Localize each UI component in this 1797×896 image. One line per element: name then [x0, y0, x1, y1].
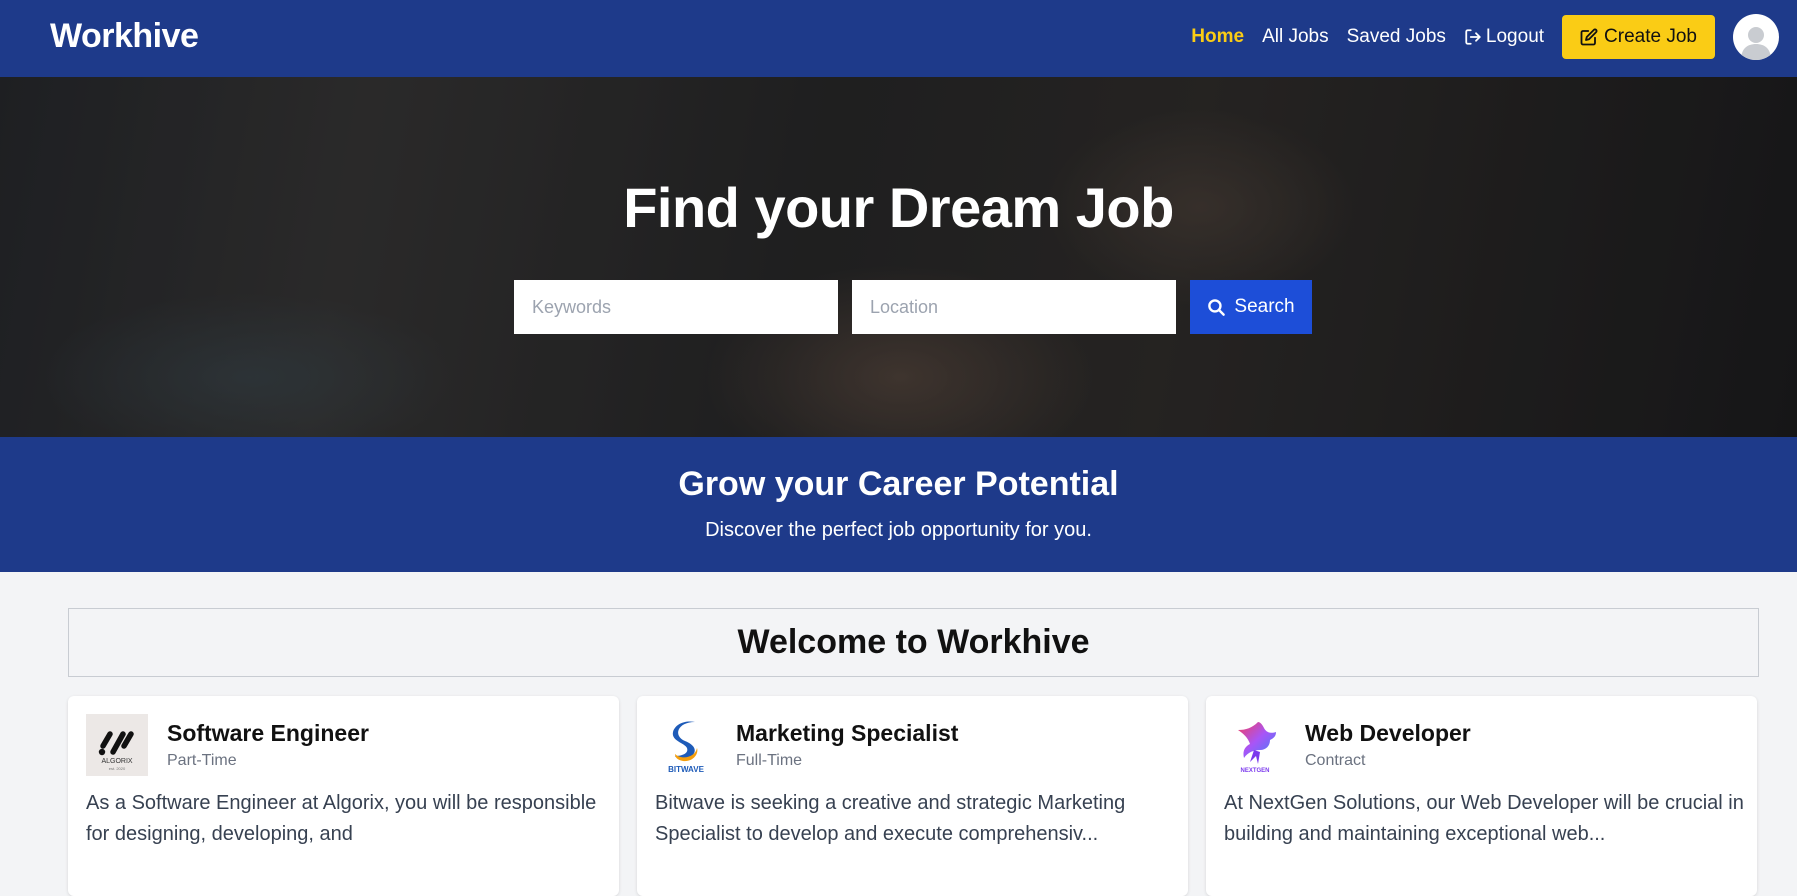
job-card[interactable]: ALGORIX est. 2020 Software Engineer Part… — [68, 696, 619, 896]
nav-saved-jobs-link[interactable]: Saved Jobs — [1347, 26, 1446, 48]
svg-text:est. 2020: est. 2020 — [109, 766, 126, 771]
job-card[interactable]: NEXTGEN Web Developer Contract At NextGe… — [1206, 696, 1757, 896]
job-description: Bitwave is seeking a creative and strate… — [655, 792, 1126, 845]
svg-text:ALGORIX: ALGORIX — [101, 758, 132, 765]
banner-subtitle: Discover the perfect job opportunity for… — [705, 519, 1092, 541]
job-card[interactable]: BITWAVE Marketing Specialist Full-Time B… — [637, 696, 1188, 896]
job-listings: ALGORIX est. 2020 Software Engineer Part… — [68, 696, 1757, 896]
search-button-label: Search — [1234, 296, 1295, 317]
logout-label: Logout — [1485, 26, 1545, 47]
svg-text:NEXTGEN: NEXTGEN — [1240, 768, 1269, 774]
user-avatar[interactable] — [1733, 14, 1779, 60]
job-description: At NextGen Solutions, our Web Developer … — [1224, 792, 1744, 845]
company-logo-nextgen: NEXTGEN — [1224, 714, 1286, 776]
create-job-button[interactable]: Create Job — [1562, 15, 1715, 59]
banner-title: Grow your Career Potential — [678, 465, 1119, 503]
nav-logout-link[interactable]: Logout — [1464, 26, 1544, 48]
job-type: Contract — [1305, 752, 1366, 769]
location-input[interactable] — [852, 280, 1176, 334]
create-job-label: Create Job — [1604, 26, 1697, 47]
hero-section: Find your Dream Job Search — [0, 77, 1797, 437]
job-title[interactable]: Web Developer — [1305, 720, 1471, 747]
bitwave-logo-icon: BITWAVE — [668, 721, 705, 774]
search-button[interactable]: Search — [1190, 280, 1312, 334]
keywords-input[interactable] — [514, 280, 838, 334]
hero-background-overlay — [0, 77, 1797, 437]
welcome-box: Welcome to Workhive — [68, 608, 1759, 677]
main-nav: Home All Jobs Saved Jobs Logout Create J… — [1191, 14, 1779, 60]
user-silhouette-icon — [1741, 27, 1771, 60]
edit-icon — [1580, 28, 1598, 46]
company-logo-bitwave: BITWAVE — [655, 714, 717, 776]
svg-text:BITWAVE: BITWAVE — [668, 765, 705, 774]
job-type: Full-Time — [736, 752, 803, 769]
brand-logo[interactable]: Workhive — [50, 17, 199, 56]
company-logo-algorix: ALGORIX est. 2020 — [86, 714, 148, 776]
job-title[interactable]: Marketing Specialist — [736, 720, 958, 747]
job-title[interactable]: Software Engineer — [167, 720, 369, 747]
algorix-logo-icon: ALGORIX est. 2020 — [98, 731, 134, 771]
job-type: Part-Time — [167, 752, 237, 769]
welcome-title: Welcome to Workhive — [737, 623, 1090, 661]
job-description: As a Software Engineer at Algorix, you w… — [86, 792, 597, 845]
top-navbar: Workhive Home All Jobs Saved Jobs Logout… — [0, 0, 1797, 77]
hero-title: Find your Dream Job — [623, 176, 1174, 239]
nextgen-bird-logo-icon: NEXTGEN — [1238, 722, 1276, 774]
nav-home-link[interactable]: Home — [1191, 26, 1244, 48]
career-banner: Grow your Career Potential Discover the … — [0, 437, 1797, 572]
logout-icon — [1465, 29, 1481, 45]
nav-all-jobs-link[interactable]: All Jobs — [1262, 26, 1329, 48]
search-icon — [1208, 298, 1226, 316]
job-search-form: Search — [514, 280, 1312, 334]
